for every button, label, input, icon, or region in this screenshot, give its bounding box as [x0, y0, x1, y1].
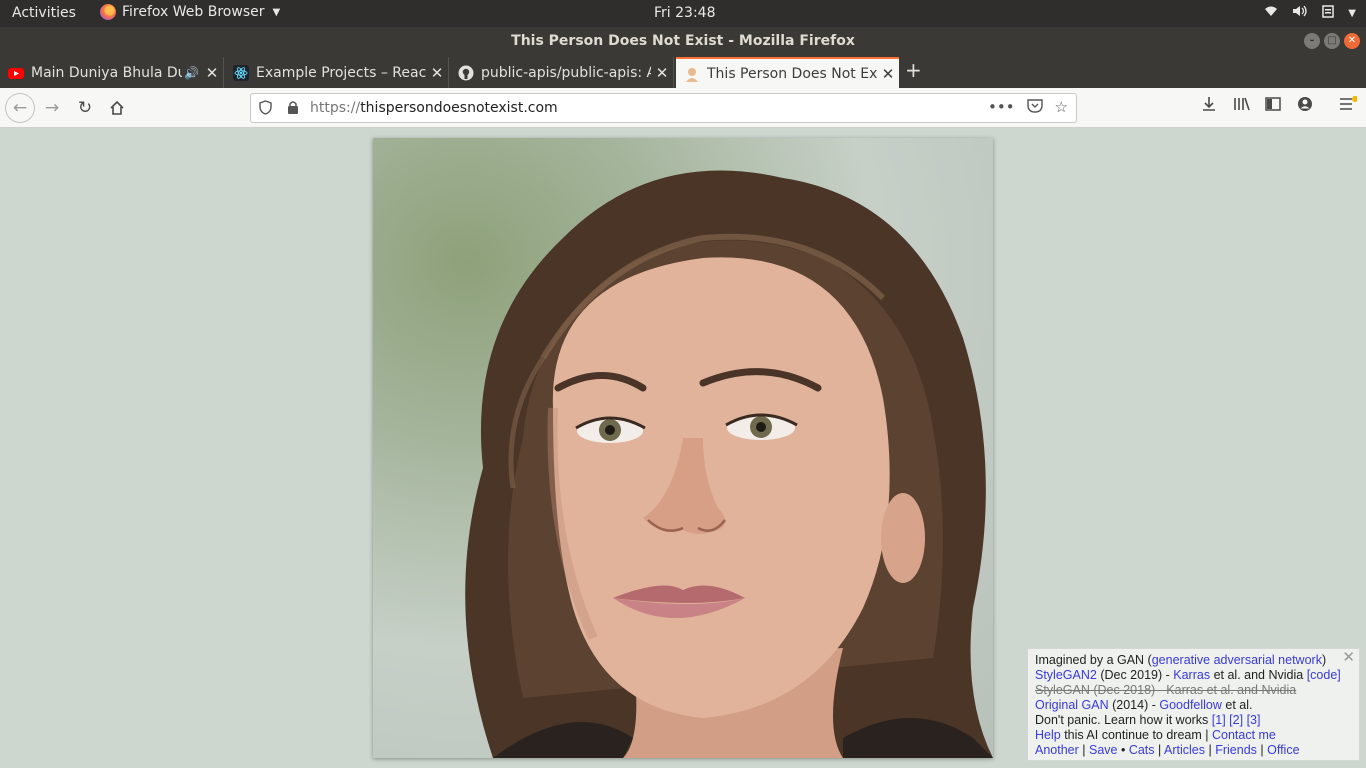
page-content: ✕ Imagined by a GAN (generative adversar…	[0, 128, 1366, 768]
ref-3-link[interactable]: [3]	[1247, 713, 1261, 727]
code-link[interactable]: [code]	[1307, 668, 1341, 682]
tab-label: This Person Does Not Exist	[707, 65, 877, 82]
back-button[interactable]: ←	[5, 93, 35, 123]
clock[interactable]: Fri 23:48	[654, 5, 715, 21]
activities-button[interactable]: Activities	[12, 5, 76, 21]
close-icon[interactable]: ✕	[1342, 650, 1355, 665]
face-illustration	[465, 170, 993, 758]
info-line-help: Help this AI continue to dream | Contact…	[1035, 728, 1352, 743]
url-text[interactable]: https://thispersondoesnotexist.com	[310, 100, 558, 116]
info-line-original-gan: Original GAN (2014) - Goodfellow et al.	[1035, 698, 1352, 713]
info-text: Don't panic. Learn how it works	[1035, 713, 1212, 727]
info-line-learn: Don't panic. Learn how it works [1] [2] …	[1035, 713, 1352, 728]
close-window-icon[interactable]: ✕	[1344, 33, 1360, 49]
original-gan-link[interactable]: Original GAN	[1035, 698, 1109, 712]
info-text: (Dec 2019) -	[1096, 668, 1174, 682]
tab-react[interactable]: Example Projects – React ✕	[225, 57, 449, 88]
tab-label: Example Projects – React	[256, 64, 426, 81]
info-box: ✕ Imagined by a GAN (generative adversar…	[1027, 648, 1360, 761]
minimize-icon[interactable]: –	[1304, 33, 1320, 49]
navigation-toolbar: ← → ↻ https://thispersondoesnotexist.com…	[0, 88, 1366, 128]
system-tray[interactable]: ▼	[1264, 4, 1356, 22]
info-line-stylegan: StyleGAN (Dec 2018) - Karras et al. and …	[1035, 683, 1297, 697]
tab-label: Main Duniya Bhula Du	[31, 64, 183, 81]
goodfellow-link[interactable]: Goodfellow	[1159, 698, 1222, 712]
info-text: )	[1321, 653, 1327, 667]
articles-link[interactable]: Articles	[1164, 743, 1205, 757]
info-text: this AI continue to dream |	[1060, 728, 1212, 742]
system-top-bar: Activities Firefox Web Browser ▼ Fri 23:…	[0, 0, 1366, 27]
youtube-icon	[8, 65, 24, 81]
tab-label: public-apis/public-apis: A	[481, 64, 651, 81]
hamburger-menu-icon[interactable]	[1339, 94, 1358, 116]
app-menu-label: Firefox Web Browser	[122, 4, 265, 20]
save-link[interactable]: Save	[1089, 743, 1118, 757]
info-text: (2014) -	[1108, 698, 1160, 712]
page-actions-icon[interactable]: •••	[988, 98, 1015, 117]
firefox-icon	[100, 4, 116, 20]
app-menu[interactable]: Firefox Web Browser ▼	[100, 4, 280, 20]
url-host: thispersondoesnotexist.com	[360, 100, 558, 116]
github-icon	[458, 65, 474, 81]
url-scheme: https://	[310, 100, 361, 116]
react-icon	[233, 64, 249, 81]
speaker-icon[interactable]: 🔊	[184, 66, 199, 80]
friends-link[interactable]: Friends	[1215, 743, 1257, 757]
another-link[interactable]: Another	[1035, 743, 1079, 757]
tab-close-icon[interactable]: ✕	[651, 64, 673, 82]
volume-icon[interactable]	[1292, 5, 1308, 21]
sidebar-icon[interactable]	[1265, 96, 1281, 116]
info-text: Imagined by a GAN (	[1035, 653, 1152, 667]
ref-2-link[interactable]: [2]	[1229, 713, 1243, 727]
info-text: et al.	[1221, 698, 1253, 712]
ref-1-link[interactable]: [1]	[1212, 713, 1226, 727]
tab-youtube[interactable]: Main Duniya Bhula Du 🔊 ✕	[0, 57, 224, 88]
info-line-gan: Imagined by a GAN (generative adversaria…	[1035, 653, 1352, 668]
tab-thispersondoesnotexist[interactable]: This Person Does Not Exist ✕	[676, 57, 899, 88]
wifi-icon[interactable]	[1264, 5, 1278, 21]
pocket-icon[interactable]	[1026, 98, 1043, 117]
info-text: et al. and Nvidia	[1210, 668, 1307, 682]
karras-link[interactable]: Karras	[1173, 668, 1210, 682]
generated-face-image[interactable]	[373, 138, 993, 758]
cats-link[interactable]: Cats	[1129, 743, 1155, 757]
forward-button[interactable]: →	[38, 94, 66, 122]
new-tab-button[interactable]: +	[905, 58, 922, 82]
chevron-down-icon: ▼	[272, 6, 281, 18]
tab-close-icon[interactable]: ✕	[426, 64, 448, 82]
lock-icon[interactable]	[287, 100, 299, 118]
reload-button[interactable]: ↻	[71, 94, 99, 122]
contact-link[interactable]: Contact me	[1212, 728, 1276, 742]
clipboard-icon[interactable]	[1322, 4, 1335, 22]
window-title: This Person Does Not Exist - Mozilla Fir…	[511, 33, 855, 49]
system-menu-chevron-icon[interactable]: ▼	[1348, 8, 1356, 19]
info-line-stylegan2: StyleGAN2 (Dec 2019) - Karras et al. and…	[1035, 668, 1352, 683]
downloads-icon[interactable]	[1201, 96, 1217, 116]
tab-github[interactable]: public-apis/public-apis: A ✕	[450, 57, 674, 88]
info-line-actions: Another | Save • Cats | Articles | Frien…	[1035, 743, 1300, 757]
maximize-icon[interactable]: □	[1324, 33, 1340, 49]
person-icon	[684, 66, 700, 82]
tab-strip: Main Duniya Bhula Du 🔊 ✕ Example Project…	[0, 55, 1366, 88]
stylegan2-link[interactable]: StyleGAN2	[1035, 668, 1097, 682]
tab-close-icon[interactable]: ✕	[201, 64, 223, 82]
office-link[interactable]: Office	[1267, 743, 1299, 757]
bookmark-star-icon[interactable]: ☆	[1055, 98, 1068, 117]
url-bar[interactable]: https://thispersondoesnotexist.com ••• ☆	[250, 93, 1077, 123]
window-title-bar: This Person Does Not Exist - Mozilla Fir…	[0, 27, 1366, 55]
help-link[interactable]: Help	[1035, 728, 1061, 742]
gan-link[interactable]: generative adversarial network	[1152, 653, 1322, 667]
shield-icon[interactable]	[259, 100, 272, 119]
account-icon[interactable]	[1297, 96, 1313, 116]
home-button[interactable]	[103, 94, 131, 122]
library-icon[interactable]	[1233, 96, 1251, 116]
tab-close-icon[interactable]: ✕	[877, 65, 899, 83]
